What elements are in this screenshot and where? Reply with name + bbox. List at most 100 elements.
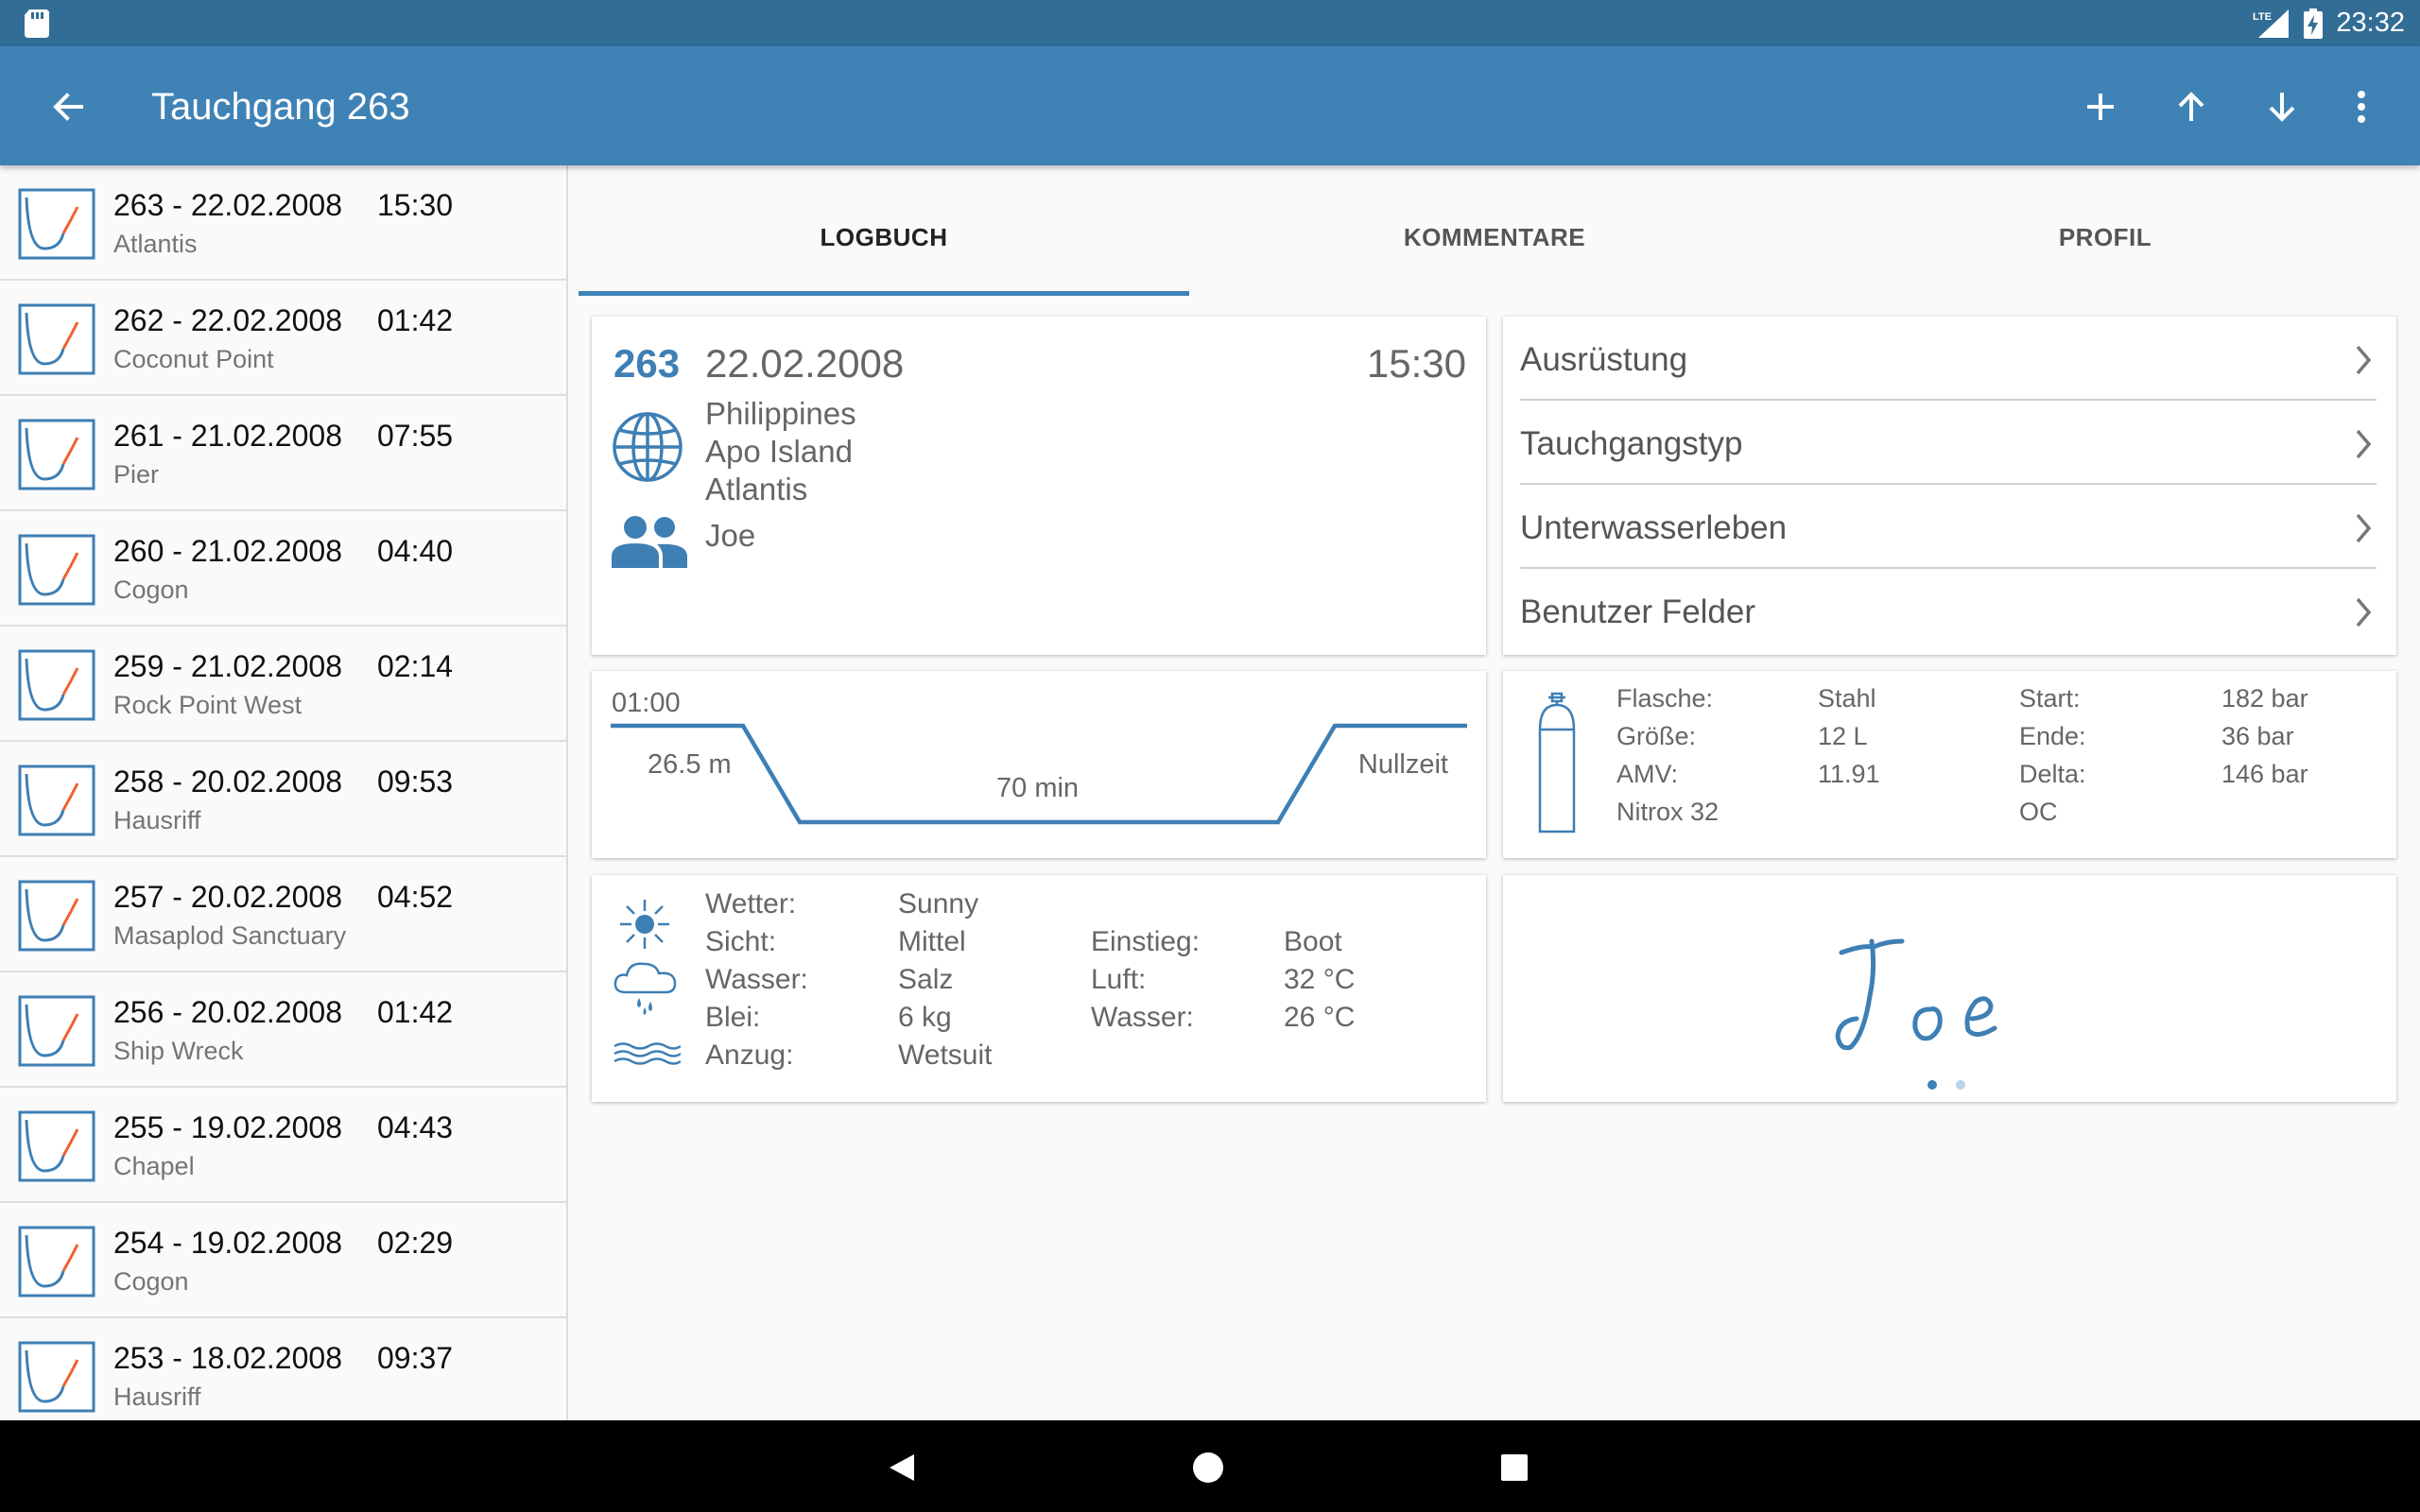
- dive-profile-thumbnail-icon: [18, 1226, 95, 1297]
- dive-site: Masaplod Sanctuary: [113, 921, 347, 950]
- tank-value: Stahl: [1818, 684, 1876, 713]
- buddy-name: Joe: [705, 518, 756, 553]
- dive-number: 263: [614, 341, 681, 386]
- arrow-down-icon[interactable]: [2257, 82, 2307, 131]
- condition-value: 26 °C: [1284, 1002, 1356, 1033]
- tab-bar: LOGBUCH KOMMENTARE PROFIL: [570, 165, 2420, 296]
- dive-time: 02:29: [377, 1226, 454, 1260]
- signature-card[interactable]: [1503, 875, 2396, 1102]
- tank-value: 12 L: [1818, 722, 1868, 750]
- dive-time: 07:55: [377, 419, 454, 453]
- buddy-people-icon: [612, 516, 687, 568]
- nav-label: Benutzer Felder: [1520, 593, 1756, 630]
- tank-label: Flasche:: [1616, 684, 1714, 713]
- dive-title: 257 - 20.02.2008: [113, 880, 342, 914]
- dive-list[interactable]: 263 - 22.02.2008 15:30 Atlantis 262 - 22…: [0, 165, 568, 1420]
- dive-list-item[interactable]: 254 - 19.02.2008 02:29 Cogon: [0, 1203, 566, 1318]
- page-dot: [1956, 1080, 1965, 1090]
- tank-label: Ende:: [2019, 722, 2086, 750]
- dive-profile-thumbnail-icon: [18, 649, 95, 721]
- dive-title: 254 - 19.02.2008: [113, 1226, 342, 1260]
- dive-profile-thumbnail-icon: [18, 995, 95, 1067]
- condition-label: Anzug:: [705, 1040, 794, 1071]
- condition-value: Mittel: [898, 926, 966, 957]
- nav-unterwasserleben[interactable]: Unterwasserleben: [1520, 485, 2377, 569]
- dive-profile-card[interactable]: 01:00 26.5 m 70 min Nullzeit: [592, 671, 1486, 858]
- dive-profile-thumbnail-icon: [18, 303, 95, 375]
- dive-site: Coconut Point: [113, 345, 274, 373]
- dive-site: Hausriff: [113, 806, 201, 834]
- add-icon[interactable]: [2076, 82, 2125, 131]
- back-arrow-icon[interactable]: [45, 84, 91, 129]
- dive-time: 01:42: [377, 303, 454, 337]
- dive-profile-thumbnail-icon: [18, 419, 95, 490]
- condition-value: 32 °C: [1284, 964, 1356, 995]
- dive-duration: 70 min: [996, 773, 1080, 803]
- location-country: Philippines: [705, 396, 856, 431]
- dive-list-item[interactable]: 262 - 22.02.2008 01:42 Coconut Point: [0, 281, 566, 396]
- dive-site: Ship Wreck: [113, 1037, 244, 1065]
- nav-home-icon[interactable]: [1192, 1452, 1224, 1484]
- dive-list-item[interactable]: 261 - 21.02.2008 07:55 Pier: [0, 396, 566, 511]
- more-vert-icon[interactable]: [2337, 82, 2386, 131]
- tab-logbuch[interactable]: LOGBUCH: [579, 165, 1189, 296]
- dive-list-item[interactable]: 259 - 21.02.2008 02:14 Rock Point West: [0, 627, 566, 742]
- condition-label: Blei:: [705, 1002, 761, 1033]
- dive-title: 261 - 21.02.2008: [113, 419, 342, 453]
- tab-profil[interactable]: PROFIL: [1800, 165, 2411, 296]
- max-depth: 26.5 m: [648, 749, 732, 780]
- dive-site: Cogon: [113, 1267, 189, 1296]
- dive-time: 09:37: [377, 1341, 454, 1375]
- dive-title: 262 - 22.02.2008: [113, 303, 342, 337]
- nav-label: Ausrüstung: [1520, 341, 1688, 378]
- dive-title: 259 - 21.02.2008: [113, 649, 342, 683]
- system-navigation-bar: [0, 1420, 2420, 1512]
- clock: 23:32: [2336, 8, 2405, 38]
- dive-list-item[interactable]: 258 - 20.02.2008 09:53 Hausriff: [0, 742, 566, 857]
- page-dot-active: [1927, 1080, 1937, 1090]
- dive-list-item[interactable]: 263 - 22.02.2008 15:30 Atlantis: [0, 165, 566, 281]
- dive-list-item[interactable]: 257 - 20.02.2008 04:52 Masaplod Sanctuar…: [0, 857, 566, 972]
- location-site: Atlantis: [705, 472, 808, 507]
- battery-charging-icon: [2304, 8, 2324, 39]
- condition-value: Sunny: [898, 888, 979, 919]
- nav-back-icon[interactable]: [886, 1452, 918, 1484]
- arrow-up-icon[interactable]: [2167, 82, 2216, 131]
- nav-tauchgangstyp[interactable]: Tauchgangstyp: [1520, 401, 2377, 485]
- condition-label: Wasser:: [1091, 1002, 1194, 1033]
- dive-list-item[interactable]: 253 - 18.02.2008 09:37 Hausriff: [0, 1318, 566, 1420]
- rain-cloud-icon: [614, 962, 677, 1015]
- nav-ausruestung[interactable]: Ausrüstung: [1520, 317, 2377, 401]
- dive-title: 263 - 22.02.2008: [113, 188, 342, 222]
- tank-label: Größe:: [1616, 722, 1697, 750]
- dive-time: 04:43: [377, 1110, 454, 1144]
- dive-site: Chapel: [113, 1152, 195, 1180]
- signal-icon: LTE: [2253, 9, 2290, 38]
- tank-value: 36 bar: [2221, 722, 2294, 750]
- dive-list-item[interactable]: 260 - 21.02.2008 04:40 Cogon: [0, 511, 566, 627]
- tank-value: 182 bar: [2221, 684, 2308, 713]
- page-title: Tauchgang 263: [151, 86, 410, 128]
- dive-profile-thumbnail-icon: [18, 534, 95, 606]
- deco-status: Nullzeit: [1357, 749, 1448, 780]
- nav-recents-icon[interactable]: [1500, 1453, 1529, 1482]
- condition-value: Boot: [1284, 926, 1342, 957]
- dive-time: 04:40: [377, 534, 454, 568]
- surface-interval: 01:00: [612, 688, 681, 718]
- status-bar: LTE 23:32: [0, 0, 2420, 46]
- tank-value: 11.91: [1818, 760, 1880, 788]
- chevron-right-icon: [2356, 429, 2372, 459]
- dive-list-item[interactable]: 255 - 19.02.2008 04:43 Chapel: [0, 1088, 566, 1203]
- dive-profile-thumbnail-icon: [18, 1341, 95, 1413]
- dive-list-item[interactable]: 256 - 20.02.2008 01:42 Ship Wreck: [0, 972, 566, 1088]
- tab-indicator: [579, 291, 1189, 296]
- tab-kommentare[interactable]: KOMMENTARE: [1189, 165, 1800, 296]
- location-region: Apo Island: [705, 434, 853, 469]
- condition-label: Einstieg:: [1091, 926, 1201, 957]
- dive-title: 260 - 21.02.2008: [113, 534, 342, 568]
- nav-benutzer-felder[interactable]: Benutzer Felder: [1520, 569, 2377, 653]
- water-waves-icon: [614, 1042, 681, 1065]
- dive-profile-thumbnail-icon: [18, 1110, 95, 1182]
- chevron-right-icon: [2356, 345, 2372, 375]
- network-type-label: LTE: [2253, 11, 2272, 23]
